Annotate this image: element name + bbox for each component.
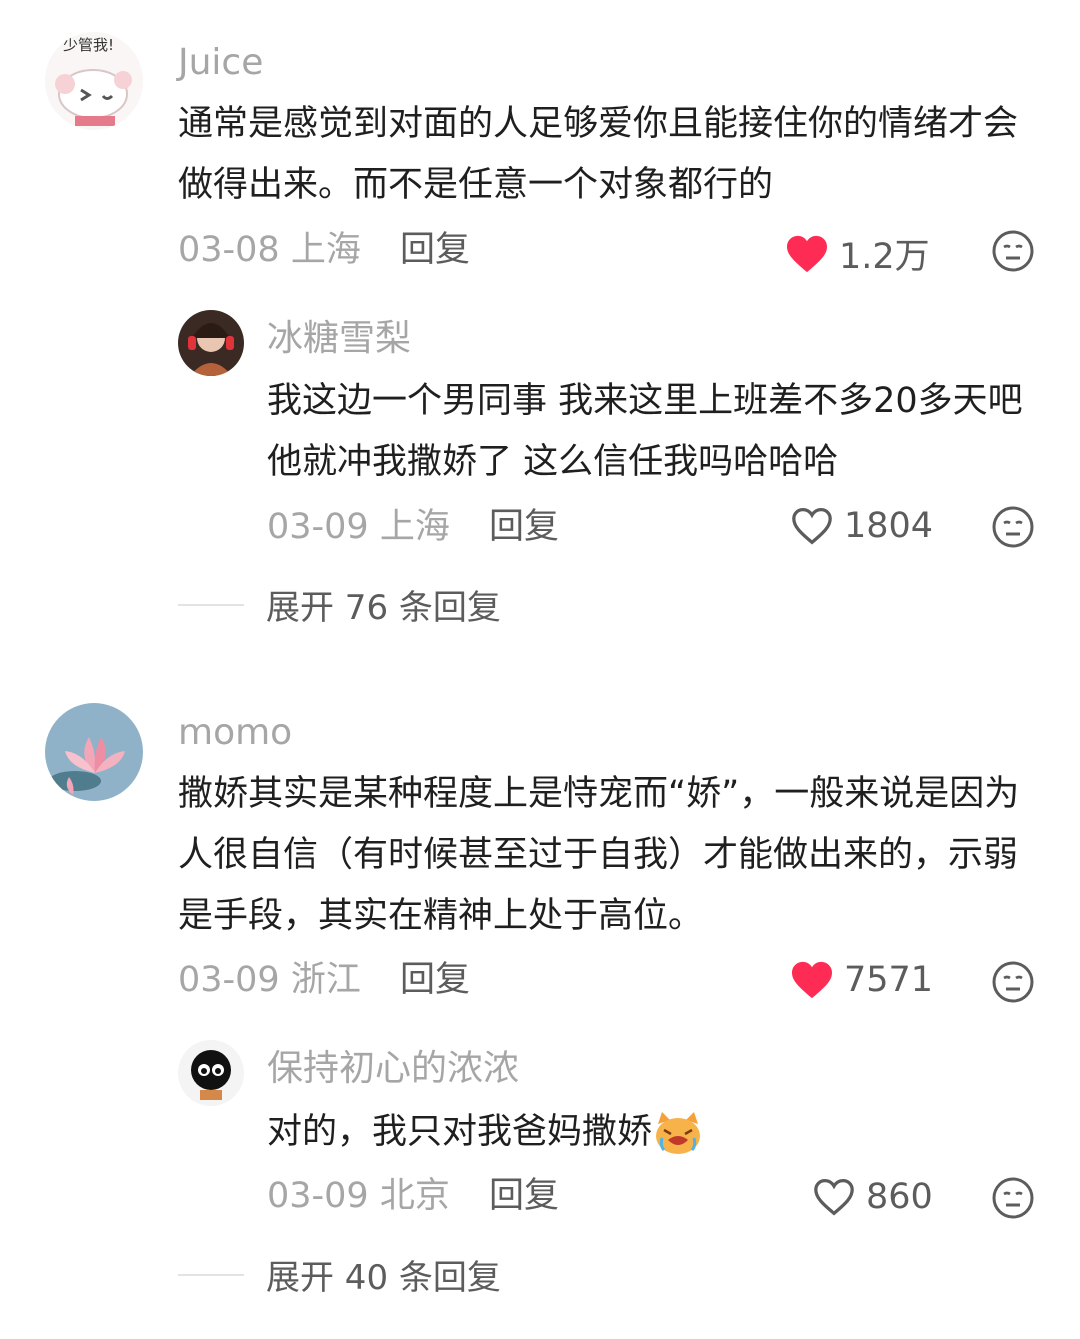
expand-replies-button[interactable]: 展开 40 条回复 xyxy=(178,1250,501,1299)
divider-line xyxy=(178,1273,244,1276)
soot-sprite-avatar-icon xyxy=(178,1040,244,1106)
comment-location: 浙江 xyxy=(290,960,361,1000)
like-button[interactable]: 7571 xyxy=(790,960,933,1000)
comment-text: 通常是感觉到对面的人足够爱你且能接住你的情绪才会做得出来。而不是任意一个对象都行… xyxy=(178,104,1019,205)
reply-username[interactable]: 保持初心的浓浓 xyxy=(267,1047,519,1091)
username[interactable]: momo xyxy=(178,711,292,755)
heart-outline-icon xyxy=(814,1178,854,1216)
lotus-avatar-icon xyxy=(45,703,143,801)
sheep-avatar-icon: 少管我! xyxy=(45,32,143,130)
neutral-face-icon xyxy=(992,961,1034,1003)
expand-replies-label: 展开 76 条回复 xyxy=(266,588,501,628)
reply-meta: 03-09 上海 回复 xyxy=(267,505,559,549)
reply-location: 北京 xyxy=(379,1176,450,1216)
like-button[interactable]: 860 xyxy=(812,1177,933,1217)
comment-date: 03-09 xyxy=(178,960,280,1000)
heart-filled-icon xyxy=(787,235,827,272)
reply-username[interactable]: 冰糖雪梨 xyxy=(267,317,411,361)
reply-location: 上海 xyxy=(379,507,450,547)
like-count: 7571 xyxy=(844,960,934,1000)
reply-avatar[interactable] xyxy=(178,310,244,376)
heart-outline-icon xyxy=(792,507,832,545)
reply-avatar[interactable] xyxy=(178,1040,244,1106)
like-button[interactable]: 1.2万 xyxy=(785,228,930,279)
user-avatar[interactable]: 少管我! xyxy=(45,32,143,130)
neutral-face-icon xyxy=(992,230,1034,272)
reply-meta: 03-09 北京 回复 xyxy=(267,1174,559,1218)
reaction-button[interactable] xyxy=(992,230,1034,276)
expand-replies-label: 展开 40 条回复 xyxy=(266,1258,501,1298)
reply-date: 03-09 xyxy=(267,1176,369,1216)
expand-replies-button[interactable]: 展开 76 条回复 xyxy=(178,580,501,629)
reaction-button[interactable] xyxy=(992,961,1034,1007)
username[interactable]: Juice xyxy=(178,41,263,85)
user-avatar[interactable] xyxy=(45,703,143,801)
reply-button[interactable]: 回复 xyxy=(400,230,470,270)
crying-cat-emoji-icon xyxy=(656,1112,701,1154)
reply-text-row: 对的，我只对我爸妈撒娇 xyxy=(267,1102,1037,1163)
avatar-logo-text: 少管我! xyxy=(63,36,114,54)
reply-text: 我这边一个男同事 我来这里上班差不多20多天吧 他就冲我撒娇了 这么信任我吗哈哈… xyxy=(267,381,1023,482)
comment-location: 上海 xyxy=(290,230,361,270)
heart-filled-icon xyxy=(792,961,832,999)
neutral-face-icon xyxy=(992,1177,1034,1219)
comment-text: 撒娇其实是某种程度上是恃宠而“娇”，一般来说是因为人很自信（有时候甚至过于自我）… xyxy=(178,774,1020,936)
neutral-face-icon xyxy=(992,506,1034,548)
reply-date: 03-09 xyxy=(267,507,369,547)
like-count: 1804 xyxy=(844,506,934,546)
like-count: 860 xyxy=(866,1177,933,1217)
like-count: 1.2万 xyxy=(839,237,930,277)
reaction-button[interactable] xyxy=(992,1177,1034,1223)
reply-text: 对的，我只对我爸妈撒娇 xyxy=(267,1112,653,1152)
divider-line xyxy=(178,603,244,606)
reply-button[interactable]: 回复 xyxy=(489,507,559,547)
comment-date: 03-08 xyxy=(178,230,280,270)
reply-button[interactable]: 回复 xyxy=(400,960,470,1000)
photo-avatar-icon xyxy=(178,310,244,376)
like-button[interactable]: 1804 xyxy=(790,506,933,546)
reply-button[interactable]: 回复 xyxy=(489,1176,559,1216)
reaction-button[interactable] xyxy=(992,506,1034,552)
comment-meta: 03-09 浙江 回复 xyxy=(178,958,470,1002)
comment-meta: 03-08 上海 回复 xyxy=(178,228,470,272)
